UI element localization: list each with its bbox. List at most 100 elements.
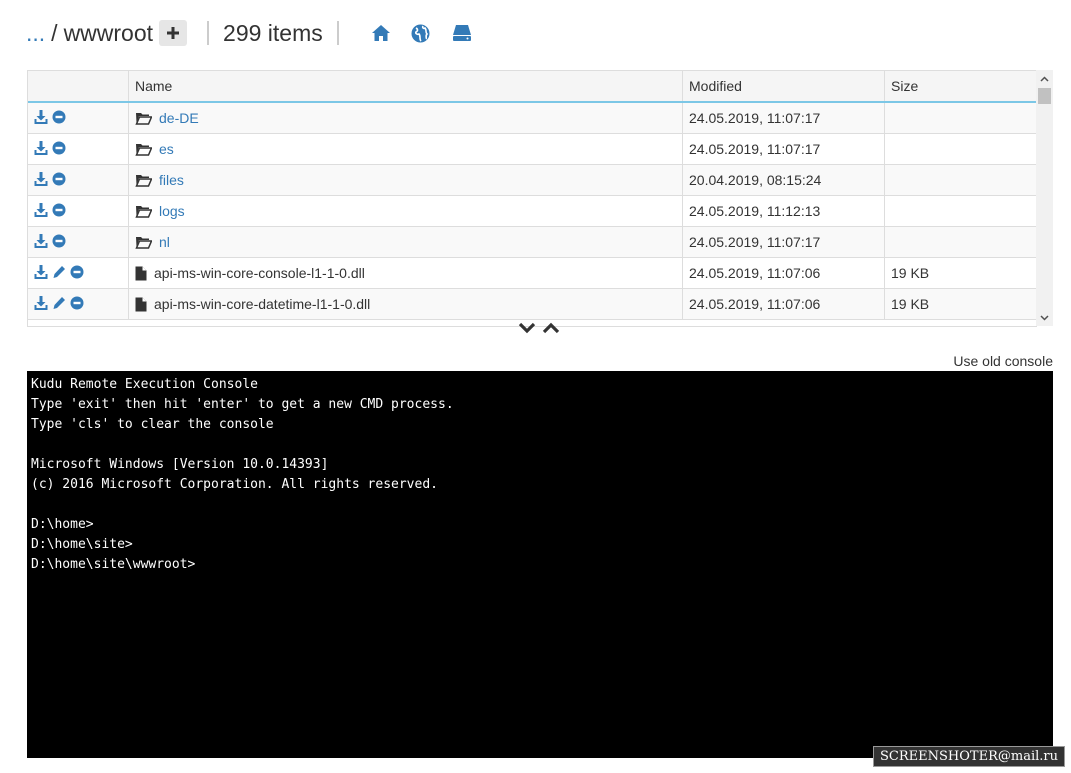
drive-icon: [452, 25, 471, 41]
modified-cell: 24.05.2019, 11:07:06: [682, 288, 885, 320]
remote-console[interactable]: Kudu Remote Execution Console Type 'exit'…: [27, 371, 1053, 758]
scroll-up-button[interactable]: [1036, 70, 1053, 87]
download-icon[interactable]: [34, 171, 48, 186]
download-icon[interactable]: [34, 202, 48, 217]
folder-link[interactable]: nl: [159, 234, 170, 250]
table-row[interactable]: nl 24.05.2019, 11:07:17: [28, 226, 1037, 258]
folder-link[interactable]: logs: [159, 203, 185, 219]
size-cell: [884, 226, 1037, 258]
folder-link[interactable]: es: [159, 141, 174, 157]
file-table-container: Name Modified Size de-DE 24.05.2019, 11:0…: [27, 70, 1037, 327]
folder-link[interactable]: files: [159, 172, 184, 188]
download-icon[interactable]: [34, 233, 48, 248]
size-cell: [884, 164, 1037, 196]
folder-open-icon: [135, 206, 152, 218]
delete-icon[interactable]: [52, 172, 66, 186]
name-cell: api-ms-win-core-datetime-l1-1-0.dll: [128, 288, 683, 320]
header-divider: [336, 21, 339, 45]
size-cell: [884, 133, 1037, 165]
size-column-header[interactable]: Size: [884, 71, 1037, 103]
delete-icon[interactable]: [52, 141, 66, 155]
modified-cell: 24.05.2019, 11:07:17: [682, 133, 885, 165]
console-line: Type 'exit' then hit 'enter' to get a ne…: [31, 397, 454, 412]
edit-icon[interactable]: [52, 265, 66, 279]
folder-open-icon: [135, 175, 152, 187]
table-row[interactable]: logs 24.05.2019, 11:12:13: [28, 195, 1037, 227]
drive-button[interactable]: [452, 24, 472, 42]
console-line: Microsoft Windows [Version 10.0.14393]: [31, 457, 329, 472]
table-row[interactable]: files 20.04.2019, 08:15:24: [28, 164, 1037, 196]
download-icon[interactable]: [34, 264, 48, 279]
breadcrumb-bar: ... / wwwroot 299 items: [26, 16, 472, 50]
home-button[interactable]: [371, 24, 391, 42]
pane-resizer[interactable]: [518, 322, 560, 334]
name-cell: es: [128, 133, 683, 165]
table-row[interactable]: de-DE 24.05.2019, 11:07:17: [28, 102, 1037, 134]
file-icon: [135, 266, 147, 280]
row-actions: [28, 164, 129, 196]
size-cell: [884, 195, 1037, 227]
watermark: SCREENSHOTER@mail.ru: [873, 746, 1065, 767]
delete-icon[interactable]: [70, 296, 84, 310]
home-icon: [371, 25, 390, 41]
delete-icon[interactable]: [52, 234, 66, 248]
file-link[interactable]: api-ms-win-core-console-l1-1-0.dll: [154, 265, 365, 281]
scroll-down-button[interactable]: [1036, 309, 1053, 326]
breadcrumb-current-folder: wwwroot: [63, 19, 154, 46]
globe-icon: [411, 24, 430, 42]
folder-open-icon: [135, 113, 152, 125]
modified-cell: 24.05.2019, 11:07:17: [682, 226, 885, 258]
modified-column-header[interactable]: Modified: [682, 71, 885, 103]
row-actions: [28, 133, 129, 165]
edit-icon[interactable]: [52, 296, 66, 310]
breadcrumb-parent-link[interactable]: ...: [26, 20, 45, 47]
size-cell: 19 KB: [884, 288, 1037, 320]
actions-column-header: [28, 71, 129, 103]
size-cell: [884, 102, 1037, 134]
delete-icon[interactable]: [52, 203, 66, 217]
name-cell: de-DE: [128, 102, 683, 134]
header-divider: [207, 21, 210, 45]
delete-icon[interactable]: [70, 265, 84, 279]
breadcrumb-separator: /: [51, 19, 58, 46]
row-actions: [28, 288, 129, 320]
site-button[interactable]: [411, 24, 430, 43]
folder-link[interactable]: de-DE: [159, 110, 199, 126]
table-row[interactable]: api-ms-win-core-console-l1-1-0.dll 24.05.…: [28, 257, 1037, 289]
console-line: Type 'cls' to clear the console: [31, 417, 274, 432]
row-actions: [28, 257, 129, 289]
modified-cell: 24.05.2019, 11:12:13: [682, 195, 885, 227]
console-line: D:\home\site>: [31, 537, 133, 552]
modified-cell: 24.05.2019, 11:07:06: [682, 257, 885, 289]
use-old-console-link[interactable]: Use old console: [953, 353, 1053, 369]
console-line: D:\home\site\wwwroot>: [31, 557, 196, 572]
file-table: Name Modified Size de-DE 24.05.2019, 11:0…: [28, 71, 1037, 320]
row-actions: [28, 102, 129, 134]
console-line: D:\home>: [31, 517, 94, 532]
name-cell: logs: [128, 195, 683, 227]
chevron-up-icon: [1040, 75, 1049, 82]
item-count: 299 items: [223, 19, 323, 46]
download-icon[interactable]: [34, 109, 48, 124]
download-icon[interactable]: [34, 295, 48, 310]
scrollbar-thumb[interactable]: [1038, 88, 1051, 104]
name-column-header[interactable]: Name: [128, 71, 683, 103]
row-actions: [28, 226, 129, 258]
folder-open-icon: [135, 237, 152, 249]
file-icon: [135, 297, 147, 311]
modified-cell: 20.04.2019, 08:15:24: [682, 164, 885, 196]
delete-icon[interactable]: [52, 110, 66, 124]
add-button[interactable]: [159, 20, 188, 46]
file-link[interactable]: api-ms-win-core-datetime-l1-1-0.dll: [154, 296, 370, 312]
collapse-down-icon[interactable]: [518, 322, 536, 334]
table-row[interactable]: es 24.05.2019, 11:07:17: [28, 133, 1037, 165]
download-icon[interactable]: [34, 140, 48, 155]
table-header-row: Name Modified Size: [28, 71, 1037, 103]
table-row[interactable]: api-ms-win-core-datetime-l1-1-0.dll 24.05…: [28, 288, 1037, 320]
row-actions: [28, 195, 129, 227]
expand-up-icon[interactable]: [542, 322, 560, 334]
name-cell: api-ms-win-core-console-l1-1-0.dll: [128, 257, 683, 289]
table-scrollbar[interactable]: [1036, 70, 1053, 326]
